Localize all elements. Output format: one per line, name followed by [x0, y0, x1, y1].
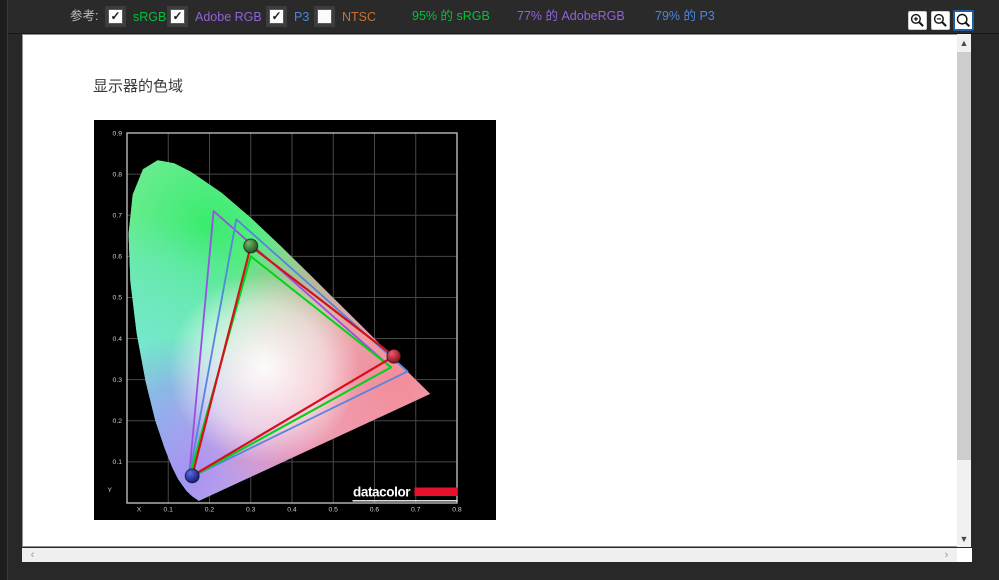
- srgb-coverage-value: 95% 的 sRGB: [412, 9, 490, 23]
- zoom-out-icon: [933, 13, 947, 27]
- scroll-right-button[interactable]: ›: [938, 548, 955, 562]
- svg-text:0.8: 0.8: [452, 507, 462, 514]
- vertical-scrollbar[interactable]: ▲ ▼: [957, 34, 971, 547]
- vertical-scrollbar-thumb[interactable]: [957, 52, 971, 460]
- primary-marker-green: [243, 238, 259, 254]
- checkbox-group-srgb[interactable]: ✓ sRGB: [105, 0, 166, 33]
- horizontal-scrollbar[interactable]: ‹ ›: [22, 548, 957, 562]
- svg-text:0.7: 0.7: [411, 507, 421, 514]
- svg-text:0.6: 0.6: [113, 254, 123, 261]
- window-left-edge: [0, 0, 8, 580]
- svg-text:0.3: 0.3: [246, 507, 256, 514]
- checkbox-group-p3[interactable]: ✓ P3: [266, 0, 309, 33]
- adobergb-checkbox[interactable]: ✓: [170, 9, 185, 24]
- cie-diagram-svg: 0.1 0.2 0.3 0.4 0.5 0.6 0.7 0.8 0.1 0.2 0.3 0.4 0.5 0…: [94, 120, 496, 520]
- srgb-checkbox-label[interactable]: sRGB: [133, 10, 166, 24]
- primary-marker-red: [386, 348, 402, 364]
- svg-text:0.9: 0.9: [113, 130, 123, 137]
- svg-text:0.1: 0.1: [113, 459, 123, 466]
- svg-text:0.8: 0.8: [113, 171, 123, 178]
- svg-text:datacolor: datacolor: [353, 485, 411, 500]
- adobergb-checkbox-label[interactable]: Adobe RGB: [195, 10, 262, 24]
- svg-text:0.5: 0.5: [329, 507, 339, 514]
- page-title: 显示器的色域: [93, 78, 184, 95]
- zoom-select-button[interactable]: [953, 10, 974, 31]
- scroll-down-button[interactable]: ▼: [957, 530, 971, 547]
- zoom-select-icon: [956, 13, 971, 28]
- adobergb-coverage-value: 77% 的 AdobeRGB: [517, 9, 625, 23]
- reference-label: 参考:: [70, 9, 99, 23]
- svg-text:0.2: 0.2: [205, 507, 215, 514]
- svg-text:0.1: 0.1: [164, 507, 174, 514]
- check-icon: ✓: [110, 8, 121, 23]
- ntsc-checkbox-label[interactable]: NTSC: [342, 10, 376, 24]
- svg-text:0.6: 0.6: [370, 507, 380, 514]
- p3-checkbox[interactable]: ✓: [269, 9, 284, 24]
- zoom-out-button[interactable]: [931, 11, 950, 30]
- primary-marker-blue: [184, 468, 200, 484]
- checkbox-group-ntsc[interactable]: ✓ NTSC: [314, 0, 376, 33]
- cie-chromaticity-chart: 0.1 0.2 0.3 0.4 0.5 0.6 0.7 0.8 0.1 0.2 0.3 0.4 0.5 0…: [94, 120, 496, 520]
- scroll-left-button[interactable]: ‹: [24, 548, 41, 562]
- p3-coverage-value: 79% 的 P3: [655, 9, 715, 23]
- check-icon: ✓: [172, 8, 183, 23]
- report-panel: 显示器的色域 0.1 0.2 0.3 0.4 0.5 0.6 0.7 0.8 0.1 0.2 0.3…: [22, 34, 958, 547]
- checkbox-group-adobergb[interactable]: ✓ Adobe RGB: [167, 0, 262, 33]
- svg-text:X: X: [137, 507, 142, 514]
- datacolor-flag: [414, 487, 458, 496]
- svg-text:0.7: 0.7: [113, 213, 123, 220]
- ntsc-checkbox[interactable]: ✓: [317, 9, 332, 24]
- p3-checkbox-label[interactable]: P3: [294, 10, 309, 24]
- svg-text:0.4: 0.4: [113, 336, 123, 343]
- svg-text:0.5: 0.5: [113, 295, 123, 302]
- svg-text:0.3: 0.3: [113, 377, 123, 384]
- scrollbar-corner: [957, 548, 972, 562]
- zoom-in-icon: [910, 13, 924, 27]
- scroll-up-button[interactable]: ▲: [957, 34, 971, 51]
- svg-text:0.4: 0.4: [287, 507, 297, 514]
- svg-text:Y: Y: [107, 487, 112, 494]
- check-icon: ✓: [271, 8, 282, 23]
- srgb-checkbox[interactable]: ✓: [108, 9, 123, 24]
- zoom-in-button[interactable]: [908, 11, 927, 30]
- svg-text:0.2: 0.2: [113, 418, 123, 425]
- reference-toolbar: 参考: ✓ sRGB ✓ Adobe RGB ✓ P3 ✓ NTSC 95% 的…: [0, 0, 999, 34]
